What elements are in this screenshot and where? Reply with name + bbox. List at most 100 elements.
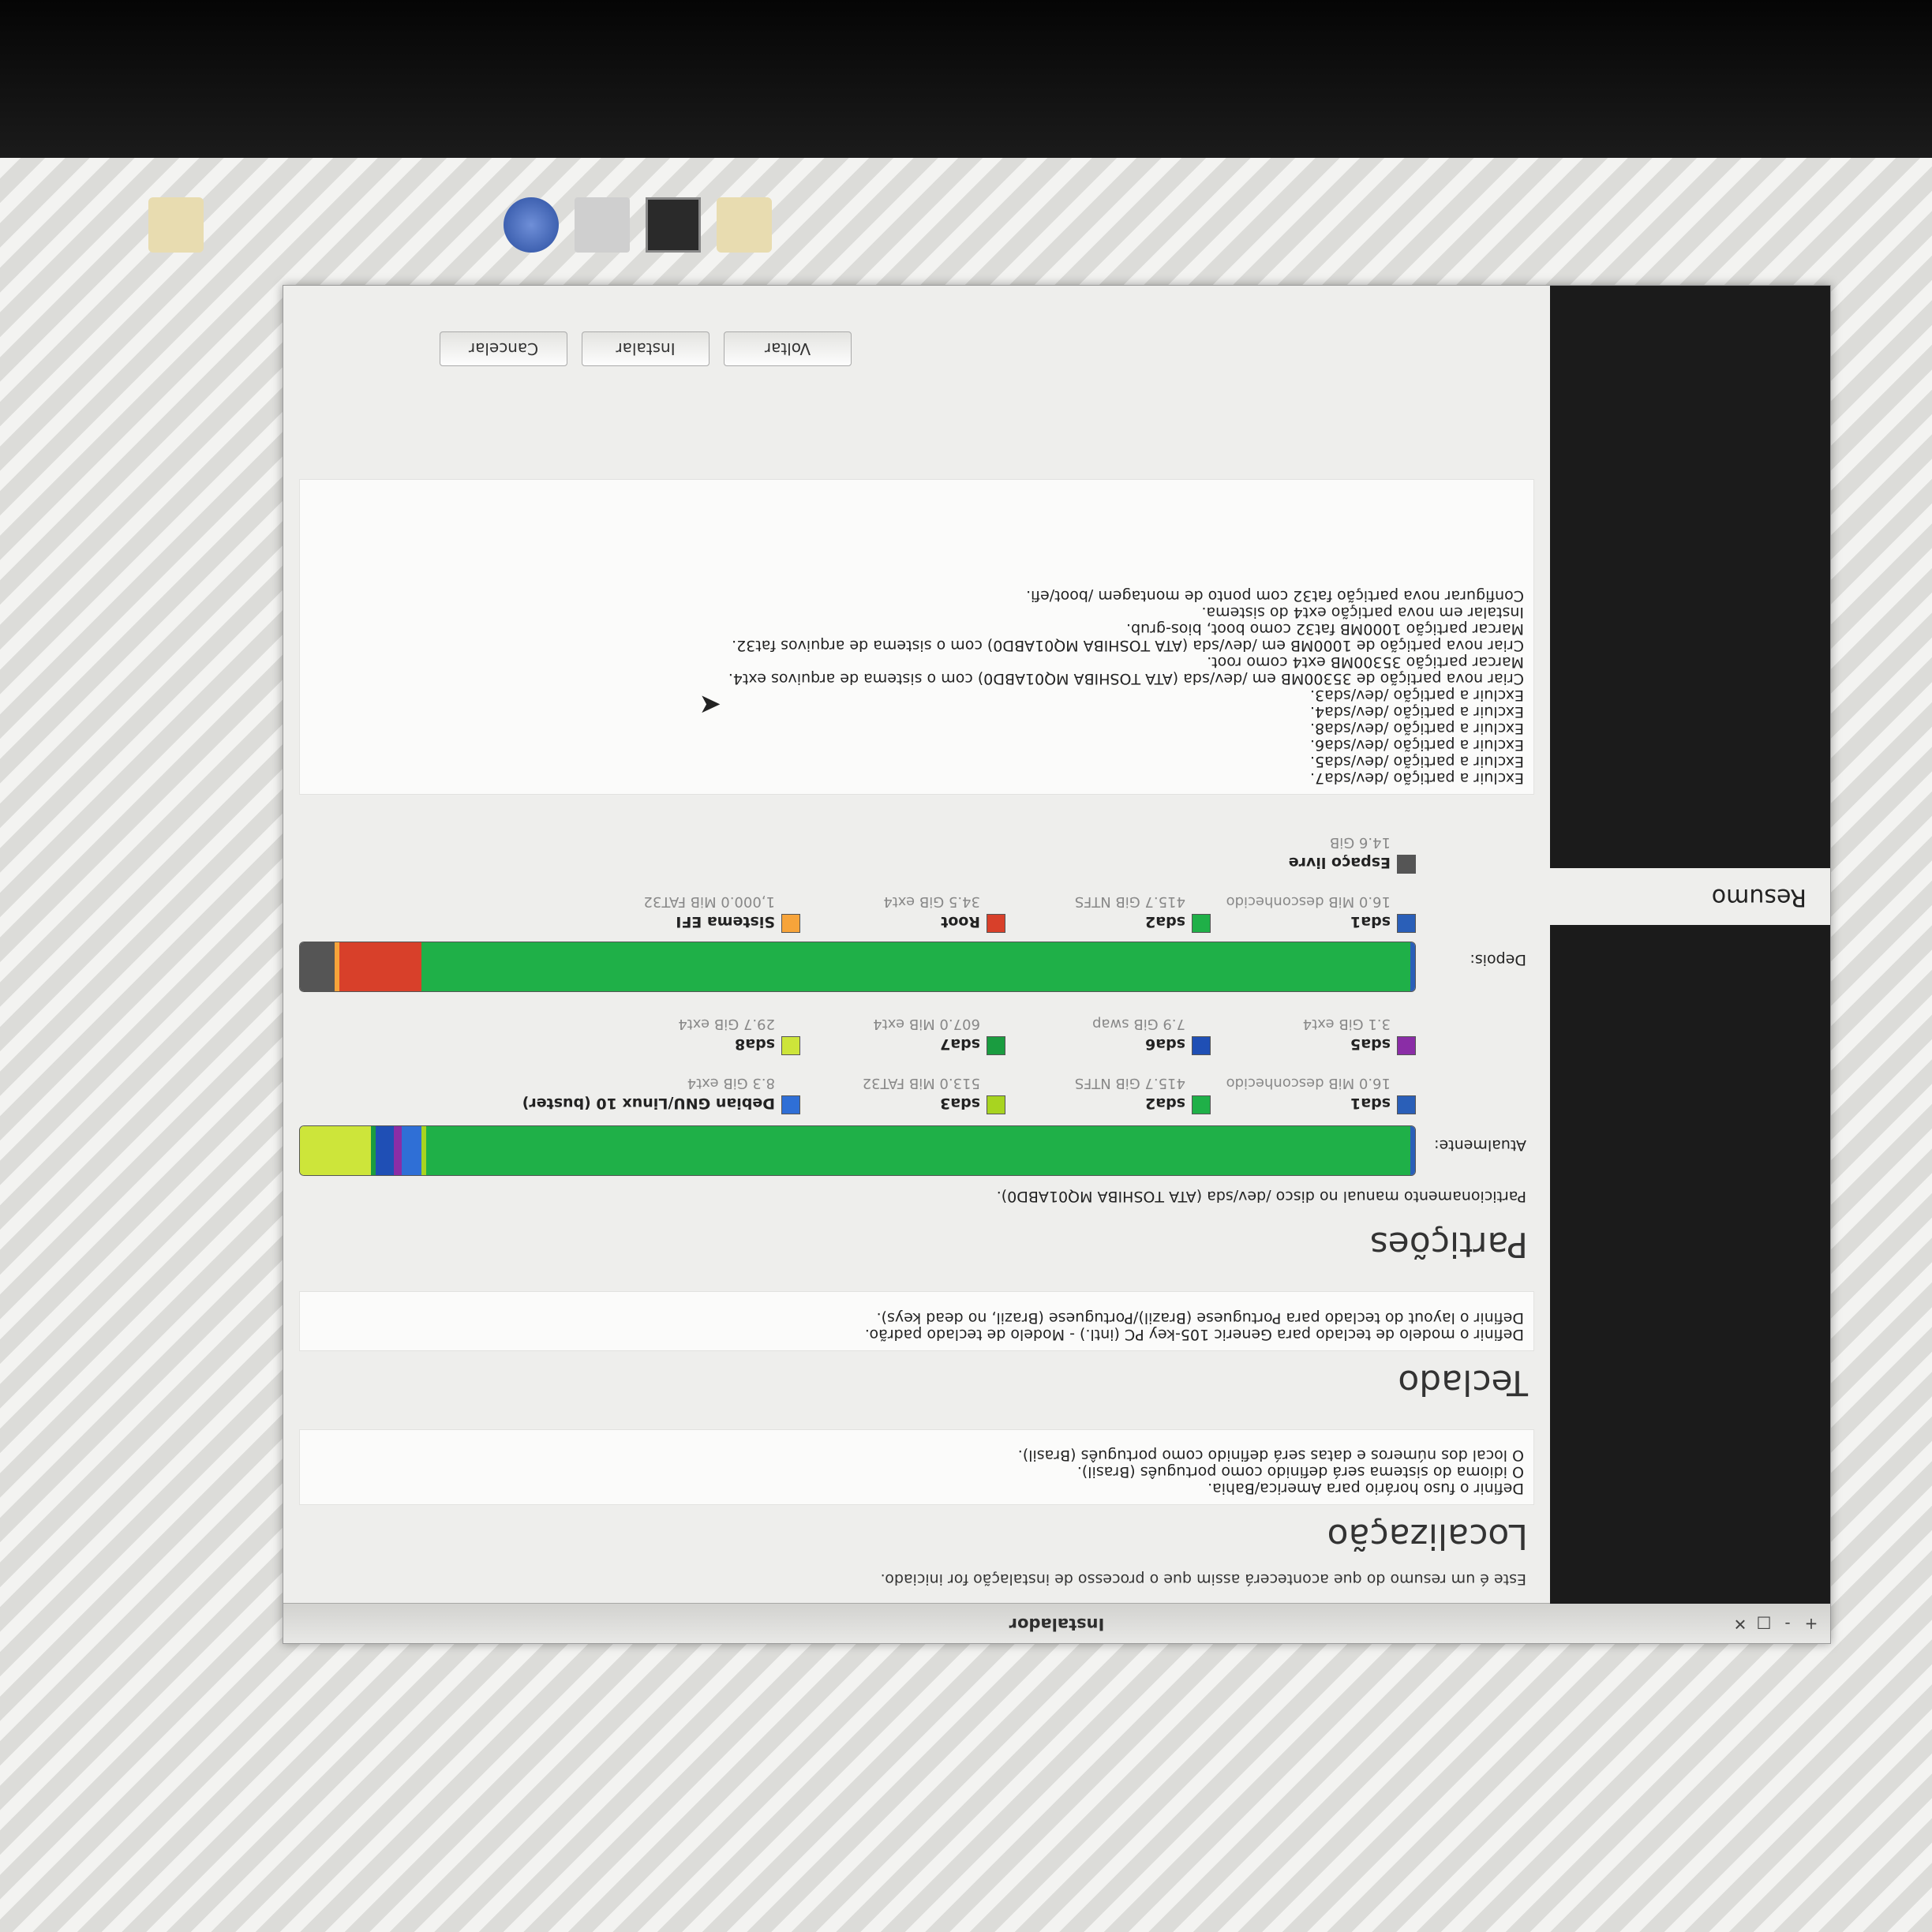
legend-item: sda8 29.7 GiB ext4 <box>678 1016 800 1055</box>
teclado-box: Definir o modelo de teclado para Generic… <box>299 1291 1534 1351</box>
legend-detail: 8.3 GiB ext4 <box>687 1075 775 1091</box>
legend-swatch <box>1192 1095 1211 1114</box>
partition-segment-before-5 <box>375 1126 395 1175</box>
partition-segment-before-2 <box>421 1126 427 1175</box>
button-bar: Voltar Instalar Cancelar <box>299 331 852 366</box>
legend-item: Espaço livre 14.6 GiB <box>1289 834 1416 874</box>
legend-item: sda2 415.7 GiB NTFS <box>1075 893 1211 933</box>
partition-segment-before-3 <box>402 1126 422 1175</box>
legend-item: sda1 16.0 MiB desconhecido <box>1226 1075 1416 1114</box>
localizacao-line: O local dos números e datas será definid… <box>1017 1447 1524 1464</box>
cancel-button[interactable]: Cancelar <box>440 331 567 366</box>
legend-name: Sistema EFI <box>676 913 775 930</box>
legend-item: Debian GNU/Linux 10 (buster) 8.3 GiB ext4 <box>522 1075 800 1114</box>
partition-segment-before-7 <box>300 1126 371 1175</box>
legend-before: sda1 16.0 MiB desconhecido sda2 415.7 GiB N… <box>311 996 1416 1114</box>
partition-bar-after <box>299 942 1416 992</box>
partition-action-line: Excluir a partição /dev/sda3. <box>1309 687 1524 704</box>
partition-segment-after-2 <box>339 942 421 991</box>
legend-name: Debian GNU/Linux 10 (buster) <box>522 1095 775 1112</box>
partition-bar-before <box>299 1125 1416 1176</box>
legend-swatch <box>781 1036 800 1055</box>
terminal-icon[interactable] <box>646 197 701 253</box>
install-button[interactable]: Instalar <box>582 331 710 366</box>
partition-segment-after-1 <box>421 942 1410 991</box>
monitor-bezel <box>0 0 1932 158</box>
installer-window: + - □ ✕ Instalador Resumo Este é um resu… <box>283 285 1831 1644</box>
legend-detail: 16.0 MiB desconhecido <box>1226 1075 1391 1091</box>
legend-detail: 513.0 MiB FAT32 <box>862 1075 980 1091</box>
window-title: Instalador <box>1009 1615 1105 1634</box>
legend-item: sda7 607.0 MiB ext4 <box>873 1016 1005 1055</box>
legend-swatch <box>987 914 1005 933</box>
browser-globe-icon[interactable] <box>504 197 559 253</box>
legend-name: Espaço livre <box>1288 854 1391 871</box>
legend-name: sda2 <box>1145 1095 1185 1112</box>
legend-name: sda1 <box>1350 913 1391 930</box>
atualmente-label: Atualmente: <box>1434 1136 1526 1154</box>
partition-segment-after-0 <box>1410 942 1415 991</box>
legend-swatch <box>781 914 800 933</box>
legend-after: sda1 16.0 MiB desconhecido sda2 415.7 GiB N… <box>311 814 1416 933</box>
folder-icon[interactable] <box>148 197 204 253</box>
sidebar: Resumo <box>1550 286 1830 1604</box>
teclado-line: Definir o modelo de teclado para Generic… <box>864 1326 1524 1343</box>
legend-name: sda5 <box>1350 1035 1391 1053</box>
legend-swatch <box>1397 855 1416 874</box>
section-title-localizacao: Localização <box>1327 1516 1528 1556</box>
partition-action-line: Excluir a partição /dev/sda5. <box>1309 753 1524 770</box>
legend-detail: 7.9 GiB swap <box>1092 1016 1185 1032</box>
folder-icon[interactable] <box>717 197 772 253</box>
partition-action-line: Excluir a partição /dev/sda6. <box>1309 736 1524 754</box>
legend-swatch <box>1192 914 1211 933</box>
titlebar[interactable]: + - □ ✕ Instalador <box>283 1603 1830 1643</box>
legend-name: sda3 <box>940 1095 980 1112</box>
legend-detail: 14.6 GiB <box>1329 834 1391 851</box>
intro-text: Este é um resumo do que acontecerá assim… <box>880 1571 1526 1588</box>
file-manager-icon[interactable] <box>575 197 630 253</box>
localizacao-box: Definir o fuso horário para America/Bahi… <box>299 1429 1534 1505</box>
partition-segment-before-4 <box>394 1126 402 1175</box>
legend-item: sda1 16.0 MiB desconhecido <box>1226 893 1416 933</box>
legend-detail: 1,000.0 MiB FAT32 <box>643 893 775 910</box>
legend-detail: 16.0 MiB desconhecido <box>1226 893 1391 910</box>
legend-swatch <box>781 1095 800 1114</box>
legend-name: sda7 <box>940 1035 980 1053</box>
partition-action-line: Criar nova partição de 1000MB em /dev/sd… <box>732 637 1524 654</box>
legend-swatch <box>987 1036 1005 1055</box>
particoes-subtitle: Particionamento manual no disco /dev/sda… <box>996 1188 1526 1205</box>
sidebar-item-resumo[interactable]: Resumo <box>1550 868 1830 925</box>
legend-swatch <box>987 1095 1005 1114</box>
legend-item: sda6 7.9 GiB swap <box>1092 1016 1211 1055</box>
partition-action-line: Excluir a partição /dev/sda7. <box>1309 769 1524 787</box>
legend-detail: 415.7 GiB NTFS <box>1074 1075 1185 1091</box>
legend-name: sda8 <box>735 1035 775 1053</box>
legend-name: sda1 <box>1350 1095 1391 1112</box>
photo: + - □ ✕ Instalador Resumo Este é um resu… <box>0 0 1932 1932</box>
legend-detail: 3.1 GiB ext4 <box>1302 1016 1391 1032</box>
legend-detail: 415.7 GiB NTFS <box>1074 893 1185 910</box>
partition-action-line: Instalar em nova partição ext4 do sistem… <box>1201 604 1524 621</box>
legend-swatch <box>1397 1036 1416 1055</box>
partition-segment-before-6 <box>370 1126 376 1175</box>
legend-name: Root <box>941 913 980 930</box>
localizacao-line: O idioma do sistema será definido como p… <box>1076 1463 1524 1481</box>
partition-segment-before-1 <box>426 1126 1410 1175</box>
partition-action-line: Marcar partição 35300MB ext4 como root. <box>1207 653 1524 671</box>
partition-action-line: Criar nova partição de 35300MB em /dev/s… <box>728 670 1524 687</box>
legend-name: sda2 <box>1145 913 1185 930</box>
legend-item: sda2 415.7 GiB NTFS <box>1075 1075 1211 1114</box>
partition-action-line: Marcar partição 1000MB fat32 como boot, … <box>1125 620 1524 638</box>
legend-name: sda6 <box>1145 1035 1185 1053</box>
localizacao-line: Definir o fuso horário para America/Bahi… <box>1208 1480 1524 1497</box>
section-title-particoes: Partições <box>1369 1224 1528 1264</box>
legend-detail: 34.5 GiB ext4 <box>883 893 980 910</box>
legend-item: sda3 513.0 MiB FAT32 <box>863 1075 1005 1114</box>
partition-segment-after-4 <box>300 942 335 991</box>
legend-swatch <box>1397 1095 1416 1114</box>
partition-segment-after-3 <box>334 942 339 991</box>
legend-swatch <box>1397 914 1416 933</box>
back-button[interactable]: Voltar <box>724 331 852 366</box>
partition-action-line: Excluir a partição /dev/sda4. <box>1309 703 1524 721</box>
legend-item: Sistema EFI 1,000.0 MiB FAT32 <box>643 893 800 933</box>
